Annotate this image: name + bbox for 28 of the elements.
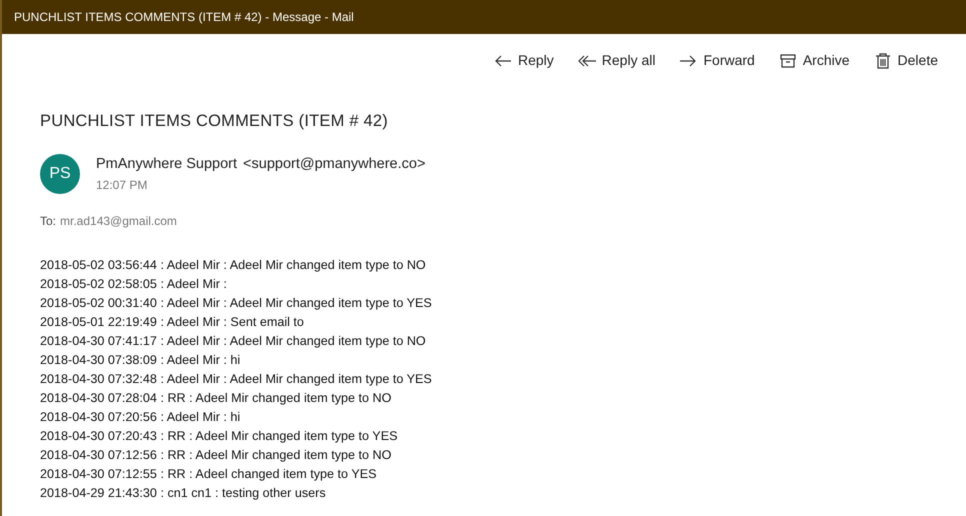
sender-name: PmAnywhere Support <box>96 154 238 174</box>
sender-email: <support@pmanywhere.co> <box>243 154 426 174</box>
comment-line: 2018-04-29 21:43:30 : cn1 cn1 : testing other users <box>40 484 327 502</box>
sender-avatar: PS <box>40 154 80 194</box>
comment-line: 2018-05-02 00:31:40 : Adeel Mir : Adeel Mir changed item type to YES <box>40 294 433 312</box>
message-time: 12:07 PM <box>96 176 148 194</box>
forward-button[interactable]: Forward <box>679 46 755 75</box>
comment-line: 2018-04-30 07:41:17 : Adeel Mir : Adeel Mir changed item type to NO <box>40 332 427 350</box>
comment-line: 2018-04-30 07:38:09 : Adeel Mir : hi <box>40 352 242 369</box>
comment-line: 2018-04-30 07:20:43 : RR : Adeel Mir changed item type to YES <box>40 428 399 445</box>
comment-line: 2018-04-30 07:12:55 : RR : Adeel changed item type to YES <box>40 466 378 483</box>
reply-all-button[interactable]: Reply all <box>578 46 656 75</box>
comment-line: 2018-05-02 03:56:44 : Adeel Mir : Adeel Mir changed item type to NO <box>40 256 427 274</box>
message-subject: PUNCHLIST ITEMS COMMENTS (ITEM # 42) <box>40 111 389 132</box>
trash-icon <box>874 52 892 70</box>
window-title: PUNCHLIST ITEMS COMMENTS (ITEM # 42) - Message - Mail <box>14 9 354 26</box>
reply-button[interactable]: Reply <box>494 46 554 75</box>
to-label: To: <box>40 212 56 230</box>
comment-line: 2018-05-02 02:58:05 : Adeel Mir : <box>40 276 228 293</box>
comment-line: 2018-04-30 07:32:48 : Adeel Mir : Adeel Mir changed item type to YES <box>40 370 433 388</box>
archive-button[interactable]: Archive <box>778 46 850 75</box>
comment-line: 2018-05-01 22:19:49 : Adeel Mir : Sent email to <box>40 314 305 331</box>
comment-line: 2018-04-30 07:12:56 : RR : Adeel Mir changed item type to NO <box>40 446 392 464</box>
recipient-email: mr.ad143@gmail.com <box>60 212 177 230</box>
delete-button[interactable]: Delete <box>874 46 938 75</box>
comment-line: 2018-04-30 07:28:04 : RR : Adeel Mir changed item type to NO <box>40 390 392 407</box>
comment-line: 2018-04-30 07:20:56 : Adeel Mir : hi <box>40 408 242 426</box>
archive-box-icon <box>778 52 797 70</box>
